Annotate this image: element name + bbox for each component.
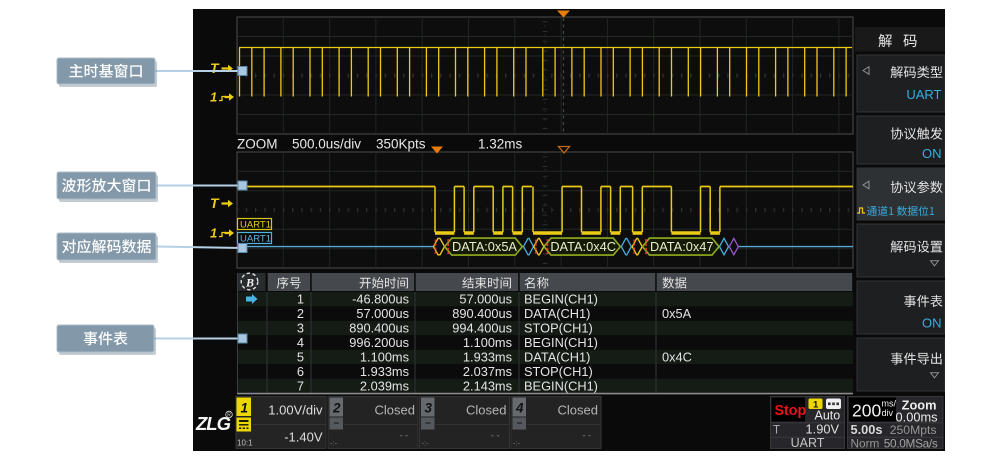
svg-text:−: − xyxy=(425,419,431,430)
svg-text:2.039ms: 2.039ms xyxy=(360,378,409,393)
svg-text:1: 1 xyxy=(241,401,249,416)
svg-text:−: − xyxy=(517,419,523,430)
svg-text:57.000us: 57.000us xyxy=(356,306,409,321)
svg-text:ZLG: ZLG xyxy=(195,413,231,434)
svg-text:-:-: -:- xyxy=(422,439,430,448)
svg-text:3: 3 xyxy=(425,401,433,416)
svg-text:- -: - - xyxy=(583,431,592,441)
svg-text:DATA:0x5A: DATA:0x5A xyxy=(452,239,517,254)
svg-text:7: 7 xyxy=(297,378,304,393)
svg-text:4: 4 xyxy=(297,335,304,350)
svg-text:50.0MSa/s: 50.0MSa/s xyxy=(884,437,938,451)
svg-text:1.100ms: 1.100ms xyxy=(463,335,512,350)
svg-text:-:-: -:- xyxy=(513,439,521,448)
svg-text:10:1: 10:1 xyxy=(237,439,253,448)
svg-text:6: 6 xyxy=(297,364,304,379)
svg-text:1.100ms: 1.100ms xyxy=(360,349,409,364)
svg-text:STOP(CH1): STOP(CH1) xyxy=(524,364,593,379)
svg-text:1.90V: 1.90V xyxy=(806,422,840,437)
svg-text:2: 2 xyxy=(332,401,341,416)
svg-text:−: − xyxy=(334,419,340,430)
svg-text:T: T xyxy=(773,425,780,437)
svg-text:0x4C: 0x4C xyxy=(662,349,692,364)
svg-text:Norm: Norm xyxy=(851,437,880,451)
svg-text:1: 1 xyxy=(210,90,217,105)
svg-text:890.400us: 890.400us xyxy=(452,306,512,321)
svg-text:2: 2 xyxy=(297,306,304,321)
svg-text:57.000us: 57.000us xyxy=(459,292,512,307)
svg-text:1.00V/div: 1.00V/div xyxy=(268,403,323,418)
svg-text:DATA(CH1): DATA(CH1) xyxy=(524,306,590,321)
svg-text:T: T xyxy=(210,60,220,76)
svg-text:250Mpts: 250Mpts xyxy=(890,423,937,437)
svg-text:DATA(CH1): DATA(CH1) xyxy=(524,349,590,364)
svg-text:-46.800us: -46.800us xyxy=(352,292,409,307)
svg-text:UART: UART xyxy=(906,87,941,102)
svg-text:1: 1 xyxy=(210,226,217,241)
svg-text:-:-: -:- xyxy=(330,439,338,448)
svg-text:890.400us: 890.400us xyxy=(349,321,409,336)
svg-text:5.00s: 5.00s xyxy=(851,422,883,437)
svg-text:ZOOM: ZOOM xyxy=(237,137,278,152)
svg-text:200: 200 xyxy=(852,401,881,421)
svg-text:5: 5 xyxy=(297,349,304,364)
svg-text:Closed: Closed xyxy=(558,403,598,418)
svg-text:Closed: Closed xyxy=(375,403,415,418)
svg-text:R: R xyxy=(227,413,231,419)
svg-text:BEGIN(CH1): BEGIN(CH1) xyxy=(524,292,598,307)
svg-text:1.933ms: 1.933ms xyxy=(360,364,409,379)
svg-text:996.200us: 996.200us xyxy=(349,335,409,350)
svg-text:Closed: Closed xyxy=(466,403,506,418)
svg-text:BEGIN(CH1): BEGIN(CH1) xyxy=(524,335,598,350)
svg-text:ON: ON xyxy=(922,146,942,161)
svg-text:3: 3 xyxy=(297,321,304,336)
svg-text:UART: UART xyxy=(791,436,825,450)
svg-text:4: 4 xyxy=(515,401,524,416)
svg-text:1.933ms: 1.933ms xyxy=(463,349,512,364)
svg-text:2.143ms: 2.143ms xyxy=(463,378,512,393)
svg-text:BEGIN(CH1): BEGIN(CH1) xyxy=(524,378,598,393)
svg-text:DATA:0x47: DATA:0x47 xyxy=(650,239,714,254)
svg-text:1.32ms: 1.32ms xyxy=(478,137,523,152)
svg-text:Stop: Stop xyxy=(775,403,807,419)
svg-text:Auto: Auto xyxy=(815,409,841,423)
svg-text:500.0us/div: 500.0us/div xyxy=(292,137,361,152)
svg-text:350Kpts: 350Kpts xyxy=(376,137,426,152)
svg-text:994.400us: 994.400us xyxy=(452,321,512,336)
svg-text:DATA:0x4C: DATA:0x4C xyxy=(550,239,616,254)
svg-text:0x5A: 0x5A xyxy=(662,306,692,321)
svg-text:STOP(CH1): STOP(CH1) xyxy=(524,321,593,336)
svg-text:div: div xyxy=(882,408,894,418)
svg-text:T: T xyxy=(210,195,220,211)
svg-text:2.037ms: 2.037ms xyxy=(463,364,512,379)
svg-text:- -: - - xyxy=(491,431,500,441)
svg-text:-1.40V: -1.40V xyxy=(284,430,323,445)
svg-text:ON: ON xyxy=(922,316,942,331)
svg-text:UART1: UART1 xyxy=(240,234,271,245)
svg-text:1: 1 xyxy=(297,292,304,307)
svg-text:UART1: UART1 xyxy=(240,220,271,231)
svg-text:ms/: ms/ xyxy=(882,399,897,409)
svg-text:B: B xyxy=(245,276,254,290)
svg-text:- -: - - xyxy=(400,431,409,441)
